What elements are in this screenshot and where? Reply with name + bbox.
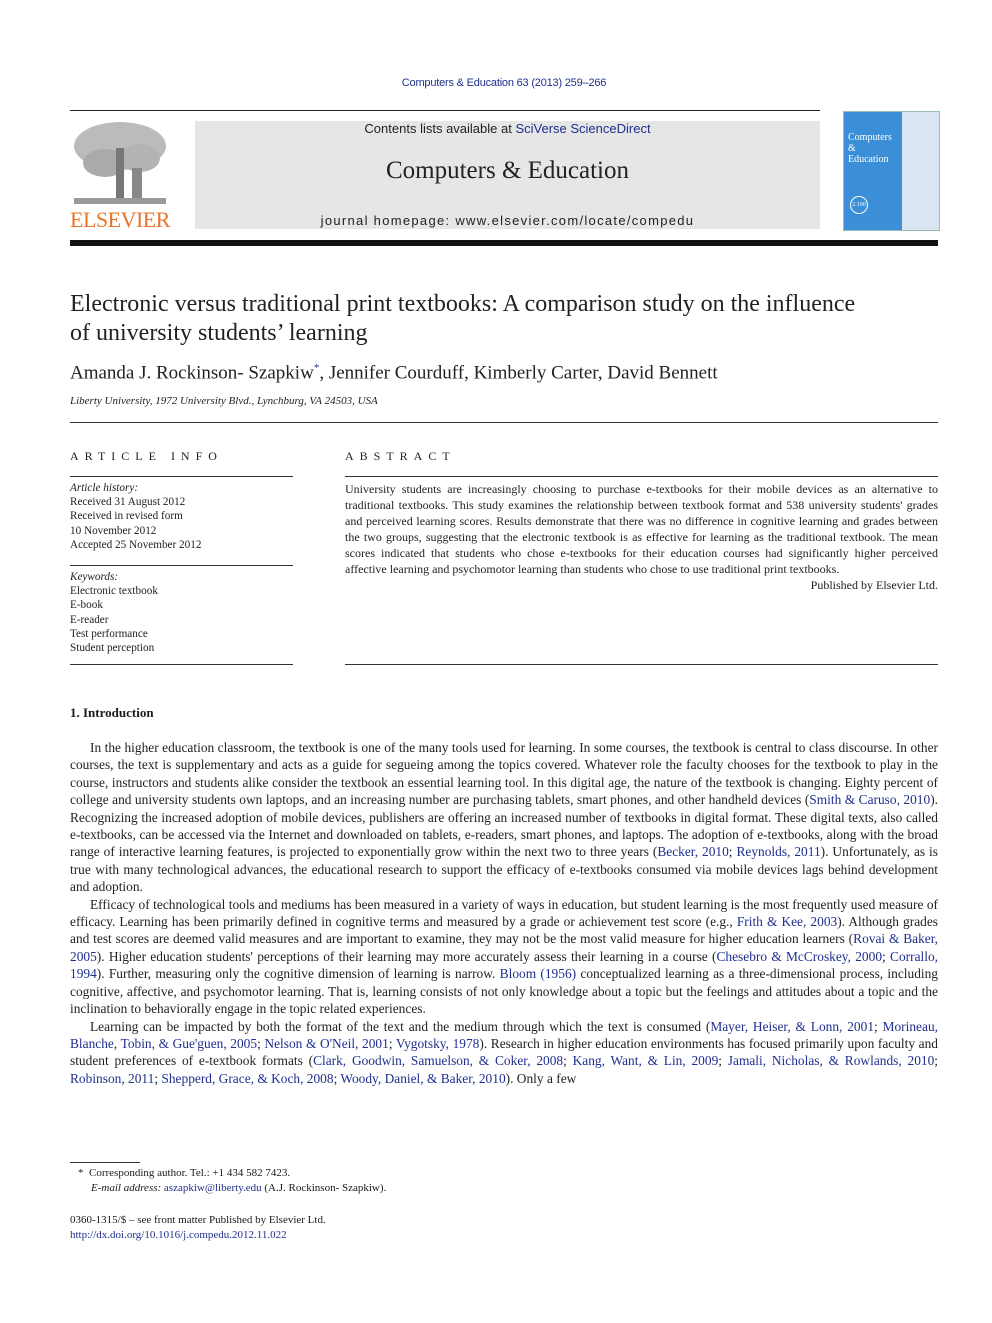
sciencedirect-link[interactable]: SciVerse ScienceDirect [515, 121, 650, 136]
abstract-heading: ABSTRACT [345, 449, 456, 463]
citation-link[interactable]: Clark, Goodwin, Samuelson, & Coker, 2008 [313, 1053, 563, 1068]
text-run: ; [874, 1018, 883, 1034]
citation-link[interactable]: Becker, 2010 [657, 844, 728, 859]
journal-homepage[interactable]: journal homepage: www.elsevier.com/locat… [195, 213, 820, 228]
text-run: In the higher education classroom, the t… [70, 740, 938, 808]
citation-link[interactable]: Smith & Caruso, 2010 [809, 792, 930, 807]
citation-link[interactable]: Reynolds, 2011 [736, 844, 820, 859]
divider [70, 422, 938, 423]
published-by: Published by Elsevier Ltd. [810, 578, 938, 592]
article-info-heading: ARTICLE INFO [70, 449, 223, 463]
first-author: Amanda J. Rockinson- Szapkiw [70, 362, 314, 384]
citation-link[interactable]: Robinson, 2011 [70, 1071, 154, 1086]
divider [70, 110, 820, 111]
article-history: Article history: Received 31 August 2012… [70, 481, 201, 552]
citation-link[interactable]: Mayer, Heiser, & Lonn, 2001 [710, 1019, 874, 1034]
footnote-mark: * [78, 1167, 84, 1179]
divider [70, 664, 293, 665]
other-authors: , Jennifer Courduff, Kimberly Carter, Da… [319, 362, 718, 384]
author-list: Amanda J. Rockinson- Szapkiw*, Jennifer … [70, 362, 718, 384]
paragraph: Efficacy of technological tools and medi… [70, 896, 938, 1018]
section-heading-introduction: 1. Introduction [70, 705, 154, 720]
paragraph: In the higher education classroom, the t… [70, 739, 938, 896]
text-run: ; [934, 1053, 939, 1069]
text-run: ). Only a few [505, 1070, 577, 1086]
paragraph: Learning can be impacted by both the for… [70, 1018, 938, 1088]
abstract: University students are increasingly cho… [345, 481, 938, 593]
elsevier-wordmark: ELSEVIER [70, 207, 170, 232]
journal-banner: Contents lists available at SciVerse Sci… [195, 121, 820, 229]
footnote: * Corresponding author. Tel.: +1 434 582… [78, 1166, 386, 1196]
keyword: Test performance [70, 627, 148, 640]
text-run: ; [718, 1053, 728, 1069]
divider [70, 476, 293, 477]
email-link[interactable]: aszapkiw@liberty.edu [164, 1182, 262, 1194]
abstract-text: University students are increasingly cho… [345, 482, 938, 576]
keyword: Electronic textbook [70, 585, 158, 598]
keyword: E-book [70, 599, 103, 612]
article-title: Electronic versus traditional print text… [70, 291, 856, 346]
text-run: Learning can be impacted by both the for… [90, 1018, 711, 1034]
body-text: In the higher education classroom, the t… [70, 739, 938, 1087]
divider [70, 565, 293, 566]
citation-link[interactable]: Bloom (1956) [500, 966, 576, 981]
citation-link[interactable]: Frith & Kee, 2003 [737, 914, 837, 929]
citation-link[interactable]: Nelson & O'Neil, 2001 [264, 1036, 388, 1051]
affiliation: Liberty University, 1972 University Blvd… [70, 395, 378, 407]
header-divider-thick [70, 240, 938, 246]
issn-line: 0360-1315/$ – see front matter Published… [70, 1214, 326, 1226]
journal-citation[interactable]: Computers & Education 63 (2013) 259–266 [0, 77, 992, 89]
keywords-label: Keywords: [70, 571, 119, 583]
text-run: ; [882, 948, 891, 964]
cover-blue-panel [844, 112, 902, 230]
citation-link[interactable]: Vygotsky, 1978 [396, 1036, 479, 1051]
contents-prefix: Contents lists available at [364, 121, 516, 136]
history-label: Article history: [70, 482, 139, 494]
doi-link[interactable]: http://dx.doi.org/10.1016/j.compedu.2012… [70, 1228, 326, 1243]
keywords: Keywords: Electronic textbook E-book E-r… [70, 570, 158, 655]
divider [345, 664, 938, 665]
history-item: 10 November 2012 [70, 524, 157, 537]
journal-name: Computers & Education [385, 157, 630, 184]
citation-link[interactable]: Jamali, Nicholas, & Rowlands, 2010 [728, 1053, 934, 1068]
elsevier-logo[interactable]: ELSEVIER [70, 118, 170, 233]
text-run: ; [563, 1053, 573, 1069]
email-label: E-mail address: [91, 1182, 164, 1194]
corresponding-author-note: Corresponding author. Tel.: +1 434 582 7… [89, 1167, 291, 1179]
tree-icon [74, 122, 166, 204]
history-item: Received in revised form [70, 510, 183, 523]
citation-link[interactable]: Chesebro & McCroskey, 2000 [716, 949, 882, 964]
citation-link[interactable]: Kang, Want, & Lin, 2009 [573, 1053, 719, 1068]
citation-link[interactable]: Woody, Daniel, & Baker, 2010 [340, 1071, 505, 1086]
divider [345, 476, 938, 477]
keyword: Student perception [70, 642, 155, 655]
text-run: ). Further, measuring only the cognitive… [96, 966, 500, 982]
email-suffix: (A.J. Rockinson- Szapkiw). [261, 1182, 387, 1194]
footnote-divider [70, 1162, 140, 1163]
issn-block: 0360-1315/$ – see front matter Published… [70, 1213, 326, 1243]
cover-seal-icon: 2.190 [850, 196, 868, 214]
history-item: Received 31 August 2012 [70, 496, 186, 509]
keyword: E-reader [70, 613, 109, 626]
history-item: Accepted 25 November 2012 [70, 538, 202, 551]
citation-link[interactable]: Shepperd, Grace, & Koch, 2008 [161, 1071, 333, 1086]
journal-cover-thumbnail[interactable]: Computers & Education 2.190 [843, 111, 940, 231]
cover-title: Computers & Education [848, 132, 892, 165]
contents-line: Contents lists available at SciVerse Sci… [195, 121, 820, 136]
text-run: ; [388, 1035, 396, 1051]
text-run: ). Higher education students' perception… [96, 948, 717, 964]
